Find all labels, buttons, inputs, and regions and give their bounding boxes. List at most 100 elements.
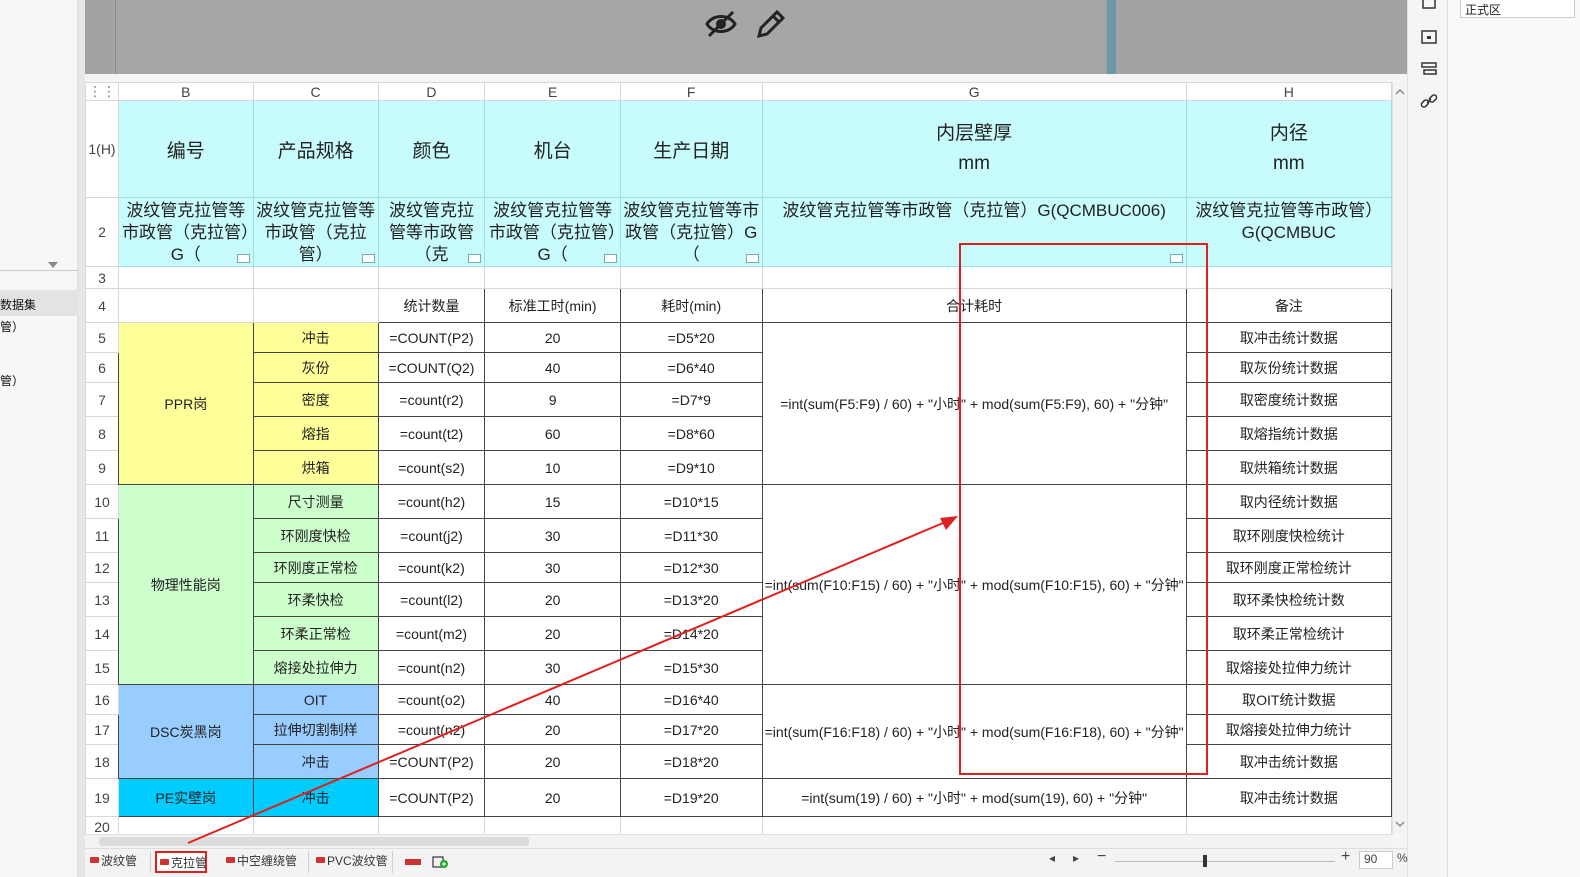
column-header[interactable]: E	[484, 82, 621, 101]
item-cell[interactable]: 烘箱	[252, 450, 379, 485]
count-cell[interactable]: =count(k2)	[377, 552, 486, 583]
note-cell[interactable]: 取环柔快检统计数	[1185, 582, 1392, 617]
time-cell[interactable]: =D5*20	[619, 322, 763, 353]
item-cell[interactable]: 冲击	[252, 322, 379, 353]
cell[interactable]	[252, 816, 379, 834]
column-header[interactable]: G	[761, 82, 1187, 101]
std-time-cell[interactable]: 30	[484, 518, 621, 553]
cell[interactable]	[252, 288, 379, 323]
column-header[interactable]: F	[619, 82, 763, 101]
row-header[interactable]: 16	[85, 684, 119, 715]
std-time-cell[interactable]: 30	[484, 650, 621, 685]
row-header[interactable]: 4	[85, 288, 119, 323]
item-cell[interactable]: 环刚度正常检	[252, 552, 379, 583]
dropdown-box-icon[interactable]	[1169, 254, 1183, 263]
cell[interactable]	[252, 266, 379, 289]
note-cell[interactable]: 取冲击统计数据	[1185, 744, 1392, 779]
count-cell[interactable]: =count(r2)	[377, 382, 486, 417]
time-cell[interactable]: =D14*20	[619, 616, 763, 651]
time-cell[interactable]: =D10*15	[619, 484, 763, 519]
cell[interactable]	[118, 816, 254, 834]
std-time-cell[interactable]: 20	[484, 714, 621, 745]
time-cell[interactable]: =D18*20	[619, 744, 763, 779]
time-cell[interactable]: =D19*20	[619, 778, 763, 817]
vertical-scrollbar[interactable]	[1392, 82, 1407, 834]
scroll-down-icon[interactable]	[1393, 818, 1407, 830]
note-cell[interactable]: 取熔指统计数据	[1185, 416, 1392, 451]
note-cell[interactable]: 取熔接处拉伸力统计	[1185, 650, 1392, 685]
std-time-cell[interactable]: 60	[484, 416, 621, 451]
cell[interactable]	[1185, 266, 1392, 289]
stats-header-cell[interactable]: 合计耗时	[761, 288, 1187, 323]
std-time-cell[interactable]: 40	[484, 684, 621, 715]
time-cell[interactable]: =D7*9	[619, 382, 763, 417]
item-cell[interactable]: 冲击	[252, 744, 379, 779]
cell[interactable]	[484, 266, 621, 289]
preview-scroll-bar[interactable]	[1107, 0, 1116, 74]
std-time-cell[interactable]: 30	[484, 552, 621, 583]
description-cell[interactable]: 波纹管克拉管等市政管）G(QCMBUC	[1185, 197, 1392, 267]
zoom-slider-handle[interactable]	[1203, 855, 1207, 867]
cell[interactable]	[619, 816, 763, 834]
total-cell-dsc[interactable]: =int(sum(F16:F18) / 60) + "小时" + mod(sum…	[761, 684, 1187, 779]
count-cell[interactable]: =COUNT(P2)	[377, 322, 486, 353]
description-cell[interactable]: 波纹管克拉管等市政管（克拉管）G（	[118, 197, 254, 267]
dropdown-box-icon[interactable]	[361, 254, 375, 263]
std-time-cell[interactable]: 20	[484, 744, 621, 779]
time-cell[interactable]: =D12*30	[619, 552, 763, 583]
std-time-cell[interactable]: 20	[484, 582, 621, 617]
stats-header-cell[interactable]: 标准工时(min)	[484, 288, 621, 323]
item-cell[interactable]: OIT	[252, 684, 379, 715]
row-header[interactable]: 13	[85, 582, 119, 617]
column-header[interactable]: B	[118, 82, 254, 101]
select-all-corner[interactable]: ⋮⋮	[85, 82, 119, 101]
item-cell[interactable]: 熔接处拉伸力	[252, 650, 379, 685]
group-cell-ppr[interactable]: PPR岗	[118, 322, 254, 485]
row-header[interactable]: 7	[85, 382, 119, 417]
sheet-tab-active[interactable]: 克拉管	[155, 851, 207, 873]
cell[interactable]	[484, 816, 621, 834]
time-cell[interactable]: =D13*20	[619, 582, 763, 617]
horizontal-scroll-thumb[interactable]	[99, 837, 529, 846]
description-cell[interactable]: 波纹管克拉管等市政管（克	[377, 197, 486, 267]
row-header[interactable]: 14	[85, 616, 119, 651]
std-time-cell[interactable]: 40	[484, 352, 621, 383]
count-cell[interactable]: =count(s2)	[377, 450, 486, 485]
zoom-slider[interactable]	[1115, 861, 1335, 862]
note-cell[interactable]: 取环刚度快检统计	[1185, 518, 1392, 553]
dropdown-box-icon[interactable]	[468, 254, 482, 263]
header-cell[interactable]: 颜色	[377, 100, 486, 198]
count-cell[interactable]: =COUNT(P2)	[377, 744, 486, 779]
sheet-tab[interactable]: PVC波纹管	[313, 851, 393, 873]
group-cell-pe[interactable]: PE实壁岗	[118, 778, 254, 817]
group-cell-dsc[interactable]: DSC炭黑岗	[118, 684, 254, 779]
dropdown-box-icon[interactable]	[745, 254, 759, 263]
column-header[interactable]: C	[252, 82, 379, 101]
item-cell[interactable]: 环柔正常检	[252, 616, 379, 651]
count-cell[interactable]: =count(h2)	[377, 484, 486, 519]
note-cell[interactable]: 取环刚度正常检统计	[1185, 552, 1392, 583]
row-header[interactable]: 17	[85, 714, 119, 745]
item-cell[interactable]: 灰份	[252, 352, 379, 383]
area-field[interactable]: 正式区	[1460, 0, 1575, 18]
pencil-icon[interactable]	[753, 6, 789, 42]
note-cell[interactable]: 取熔接处拉伸力统计	[1185, 714, 1392, 745]
header-cell[interactable]: 内层壁厚 mm	[761, 100, 1187, 198]
header-cell[interactable]: 内径 mm	[1185, 100, 1392, 198]
cell[interactable]	[377, 816, 486, 834]
cell[interactable]	[761, 816, 1187, 834]
item-cell[interactable]: 冲击	[252, 778, 379, 817]
row-header[interactable]: 1(H)	[85, 100, 119, 198]
count-cell[interactable]: =COUNT(P2)	[377, 778, 486, 817]
time-cell[interactable]: =D11*30	[619, 518, 763, 553]
count-cell[interactable]: =count(o2)	[377, 684, 486, 715]
cell[interactable]	[118, 266, 254, 289]
item-cell[interactable]: 熔指	[252, 416, 379, 451]
count-cell[interactable]: =count(n2)	[377, 714, 486, 745]
description-cell[interactable]: 波纹管克拉管等市政管（克拉管）G（	[619, 197, 763, 267]
note-cell[interactable]: 取OIT统计数据	[1185, 684, 1392, 715]
zoom-in-button[interactable]: +	[1341, 848, 1350, 866]
prev-sheet-icon[interactable]: ◂	[1049, 851, 1055, 865]
cell[interactable]	[761, 266, 1187, 289]
time-cell[interactable]: =D15*30	[619, 650, 763, 685]
